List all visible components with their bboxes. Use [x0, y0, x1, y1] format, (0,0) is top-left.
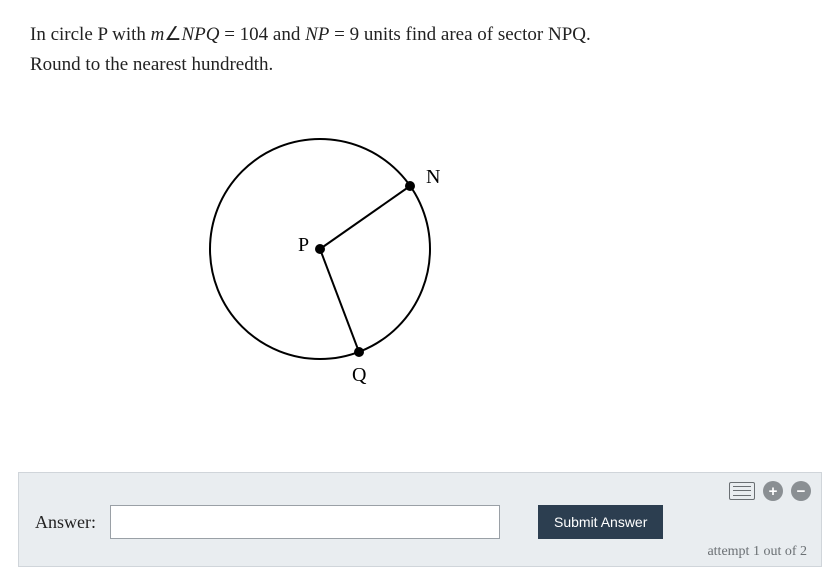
radius-PN — [320, 186, 410, 249]
point-N — [405, 181, 415, 191]
answer-label: Answer: — [35, 512, 96, 533]
q-line2: Round to the nearest hundredth. — [30, 54, 273, 75]
q-prefix: In circle P with — [30, 24, 151, 45]
point-Q — [354, 347, 364, 357]
q-rest: units find area of sector NPQ. — [359, 24, 591, 45]
attempt-counter: attempt 1 out of 2 — [707, 544, 807, 560]
q-eq1: = 104 — [219, 24, 268, 45]
circle-diagram: P N Q — [170, 99, 490, 399]
label-N: N — [426, 166, 440, 188]
radius-PQ — [320, 249, 359, 352]
keyboard-icon[interactable] — [729, 482, 755, 500]
q-eq2: = 9 — [329, 24, 359, 45]
answer-input[interactable] — [110, 505, 500, 539]
q-np: NP — [305, 24, 329, 45]
q-angle-sym: ∠ — [164, 24, 181, 45]
question-area: In circle P with m∠NPQ = 104 and NP = 9 … — [0, 0, 840, 404]
zoom-in-button[interactable]: + — [763, 481, 783, 501]
label-P: P — [298, 234, 309, 256]
q-angle-name: NPQ — [181, 24, 219, 45]
q-m: m — [151, 24, 165, 45]
q-and: and — [268, 24, 305, 45]
answer-row: Answer: Submit Answer — [35, 505, 805, 539]
submit-answer-button[interactable]: Submit Answer — [538, 505, 663, 539]
label-Q: Q — [352, 364, 367, 386]
zoom-out-button[interactable]: − — [791, 481, 811, 501]
answer-tools: + − — [729, 481, 811, 501]
answer-panel: + − Answer: Submit Answer attempt 1 out … — [18, 472, 822, 567]
diagram-container: P N Q — [30, 81, 810, 404]
question-text: In circle P with m∠NPQ = 104 and NP = 9 … — [30, 20, 810, 81]
